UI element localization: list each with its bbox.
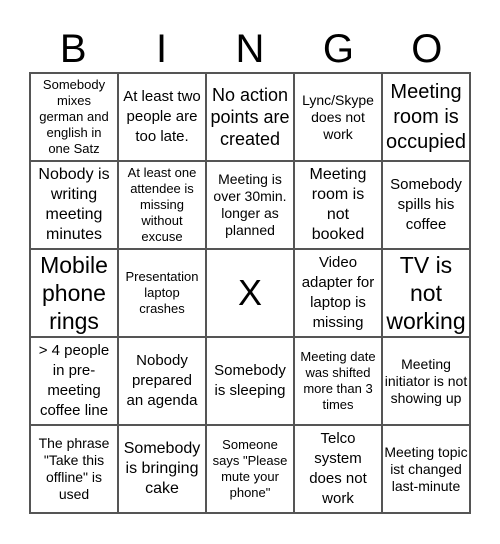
free-space-cell[interactable]: X	[206, 249, 294, 337]
cell-text: The phrase "Take this offline" is used	[38, 435, 110, 502]
bingo-header: B I N G O	[29, 26, 471, 72]
cell-text: Meeting topic ist changed last-minute	[384, 443, 468, 494]
cell-text: Telco system does not work	[309, 430, 367, 507]
bingo-cell[interactable]: Someone says "Please mute your phone"	[206, 425, 294, 513]
cell-text: Meeting date was shifted more than 3 tim…	[300, 349, 376, 412]
cell-text: Mobile phone rings	[40, 252, 108, 334]
bingo-card: Somebody mixes german and english in one…	[29, 72, 471, 514]
free-space-mark: X	[237, 272, 262, 313]
bingo-cell[interactable]: No action points are created	[206, 73, 294, 161]
bingo-cell[interactable]: Meeting topic ist changed last-minute	[382, 425, 470, 513]
bingo-cell[interactable]: At least two people are too late.	[118, 73, 206, 161]
bingo-cell[interactable]: At least one attendee is missing without…	[118, 161, 206, 249]
cell-text: TV is not working	[386, 252, 466, 334]
bingo-cell[interactable]: Nobody is writing meeting minutes	[30, 161, 118, 249]
cell-text: Meeting is over 30min. longer as planned	[213, 171, 287, 238]
cell-text: Somebody is sleeping	[214, 362, 286, 399]
bingo-cell[interactable]: Nobody prepared an agenda	[118, 337, 206, 425]
bingo-cell[interactable]: Somebody mixes german and english in one…	[30, 73, 118, 161]
header-letter-o: O	[411, 27, 443, 71]
cell-text: At least one attendee is missing without…	[127, 165, 197, 244]
bingo-cell[interactable]: Meeting date was shifted more than 3 tim…	[294, 337, 382, 425]
bingo-cell[interactable]: Telco system does not work	[294, 425, 382, 513]
header-letter-n: N	[235, 27, 265, 71]
cell-text: Nobody prepared an agenda	[126, 352, 198, 409]
cell-text: Meeting room is not booked	[309, 166, 367, 243]
bingo-cell[interactable]: Mobile phone rings	[30, 249, 118, 337]
cell-text: Video adapter for laptop is missing	[301, 254, 375, 331]
bingo-cell[interactable]: The phrase "Take this offline" is used	[30, 425, 118, 513]
bingo-cell[interactable]: Lync/Skype does not work	[294, 73, 382, 161]
bingo-cell[interactable]: Presentation laptop crashes	[118, 249, 206, 337]
cell-text: No action points are created	[210, 85, 290, 149]
cell-text: Nobody is writing meeting minutes	[38, 166, 110, 243]
cell-text: At least two people are too late.	[123, 88, 201, 145]
bingo-cell[interactable]: > 4 people in pre-meeting coffee line	[30, 337, 118, 425]
cell-text: Somebody spills his coffee	[390, 176, 462, 233]
bingo-cell[interactable]: Somebody is bringing cake	[118, 425, 206, 513]
bingo-cell[interactable]: Somebody spills his coffee	[382, 161, 470, 249]
cell-text: Meeting initiator is not showing up	[384, 355, 468, 406]
cell-text: Meeting room is occupied	[385, 80, 467, 153]
header-letter-g: G	[322, 27, 354, 71]
bingo-cell[interactable]: Meeting is over 30min. longer as planned	[206, 161, 294, 249]
header-letter-b: B	[59, 27, 87, 71]
cell-text: Somebody mixes german and english in one…	[39, 77, 109, 156]
header-letter-i: I	[156, 27, 168, 71]
cell-text: Presentation laptop crashes	[125, 269, 199, 316]
bingo-cell[interactable]: TV is not working	[382, 249, 470, 337]
bingo-cell[interactable]: Meeting initiator is not showing up	[382, 337, 470, 425]
bingo-cell[interactable]: Somebody is sleeping	[206, 337, 294, 425]
cell-text: > 4 people in pre-meeting coffee line	[38, 342, 110, 419]
cell-text: Someone says "Please mute your phone"	[212, 437, 288, 500]
bingo-cell[interactable]: Video adapter for laptop is missing	[294, 249, 382, 337]
bingo-cell[interactable]: Meeting room is not booked	[294, 161, 382, 249]
bingo-cell[interactable]: Meeting room is occupied	[382, 73, 470, 161]
cell-text: Lync/Skype does not work	[302, 91, 374, 142]
cell-text: Somebody is bringing cake	[123, 440, 201, 497]
